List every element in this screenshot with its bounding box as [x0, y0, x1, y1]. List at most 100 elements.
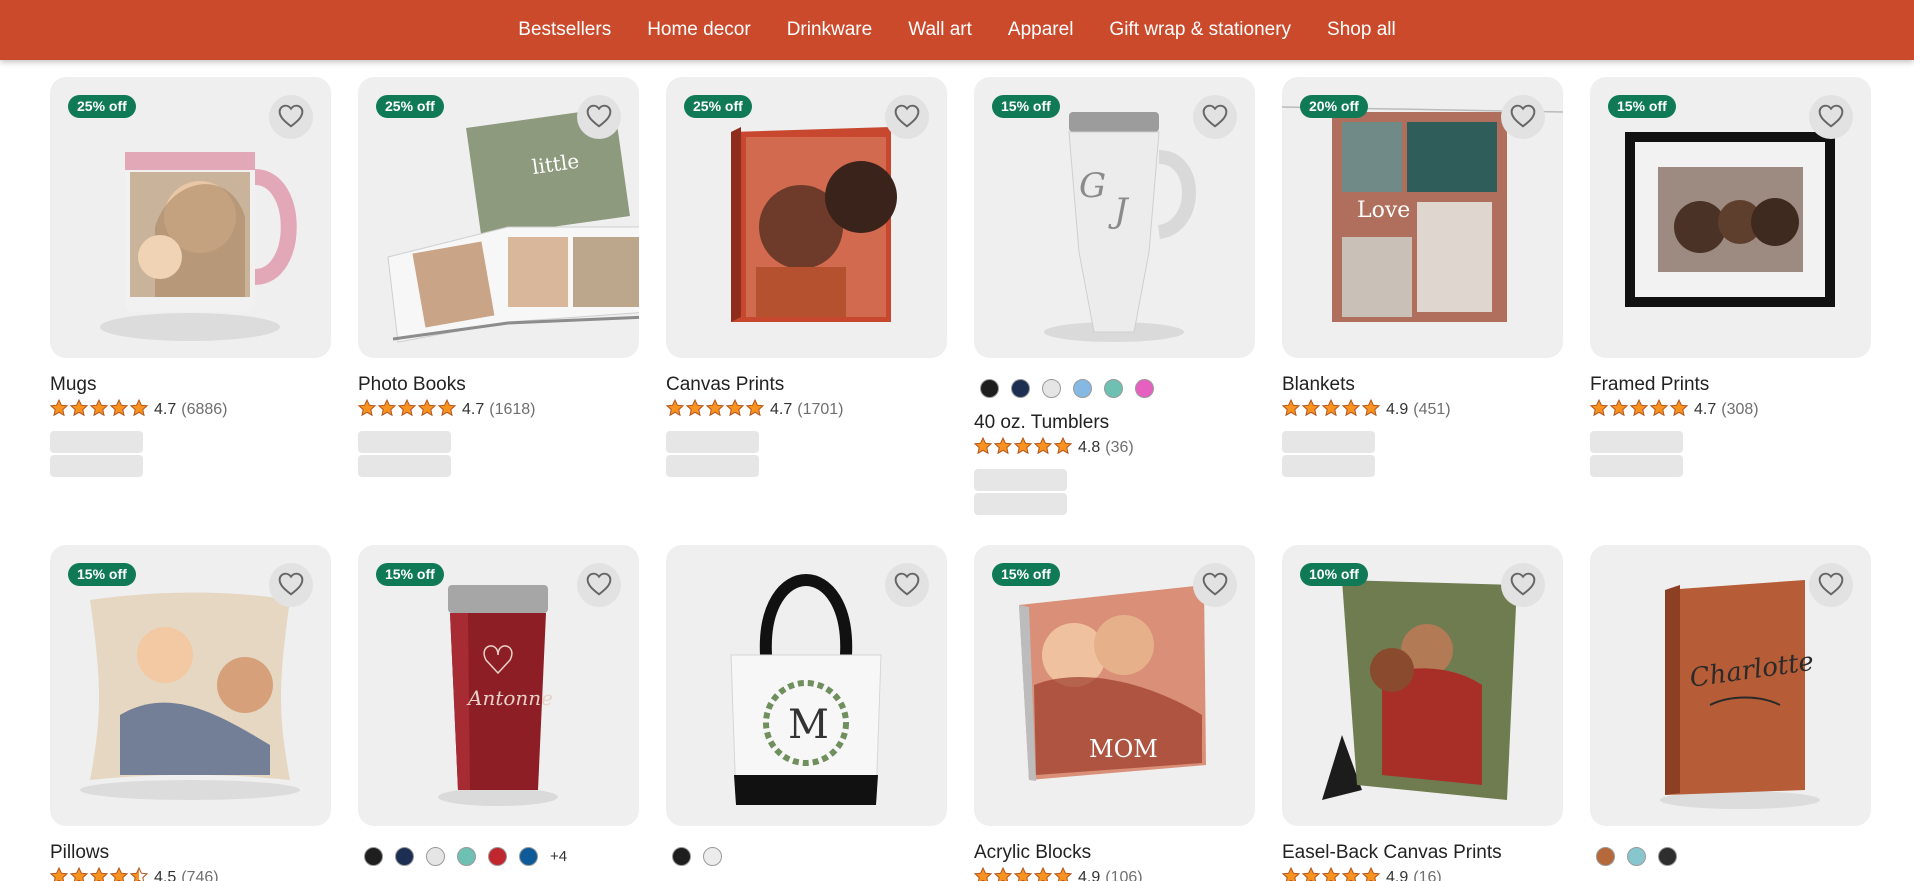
heart-icon	[586, 104, 612, 131]
favorite-button[interactable]	[1809, 563, 1853, 607]
color-swatch[interactable]	[488, 846, 507, 866]
product-card[interactable]: Charlotte	[1590, 545, 1871, 866]
nav-home-decor[interactable]: Home decor	[629, 0, 769, 60]
favorite-button[interactable]	[1193, 563, 1237, 607]
product-image-tile[interactable]: 25% off	[666, 77, 947, 358]
review-count: (1618)	[489, 401, 536, 418]
nav-apparel[interactable]: Apparel	[990, 0, 1092, 60]
product-title[interactable]: Easel-Back Canvas Prints	[1282, 842, 1563, 864]
star-rating	[1281, 866, 1381, 881]
star-icon	[1321, 866, 1341, 881]
favorite-button[interactable]	[269, 95, 313, 139]
star-icon	[705, 398, 725, 422]
review-count: (106)	[1105, 869, 1143, 881]
product-image-tile[interactable]: little 25% off	[358, 77, 639, 358]
product-card[interactable]: 15% off Pillows 4.5 (746)	[49, 545, 331, 881]
product-card[interactable]: MOM 15% off Acrylic Blocks 4.9 (106)	[973, 545, 1255, 881]
favorite-button[interactable]	[1501, 563, 1545, 607]
color-swatch[interactable]	[1073, 378, 1092, 398]
star-icon	[1033, 866, 1053, 881]
star-icon	[1281, 866, 1301, 881]
color-swatch[interactable]	[519, 846, 538, 866]
product-title[interactable]: Pillows	[50, 842, 331, 864]
favorite-button[interactable]	[269, 563, 313, 607]
star-rating	[1589, 398, 1689, 422]
product-title[interactable]: Mugs	[50, 374, 331, 396]
heart-icon	[1202, 572, 1228, 599]
favorite-button[interactable]	[577, 95, 621, 139]
star-icon	[69, 866, 89, 881]
star-rating	[665, 398, 765, 422]
color-swatch[interactable]	[457, 846, 476, 866]
color-swatch[interactable]	[672, 846, 691, 866]
rating-row: 4.7 (6886)	[49, 398, 331, 422]
color-swatch[interactable]	[1596, 846, 1615, 866]
rating-row: 4.7 (1701)	[665, 398, 947, 422]
product-image-tile[interactable]: MOM 15% off	[974, 545, 1255, 826]
product-card[interactable]: Antonne 15% off +4	[358, 545, 639, 866]
heart-icon	[1202, 104, 1228, 131]
star-icon	[993, 436, 1013, 460]
product-title[interactable]: Blankets	[1282, 374, 1563, 396]
product-card[interactable]: 25% off Mugs 4.7 (6886)	[49, 77, 331, 477]
product-image-tile[interactable]: G J 15% off	[974, 77, 1255, 358]
product-image-tile[interactable]: Charlotte	[1590, 545, 1871, 826]
product-image-tile[interactable]: Antonne 15% off	[358, 545, 639, 826]
favorite-button[interactable]	[1193, 95, 1237, 139]
color-swatch[interactable]	[1135, 378, 1154, 398]
color-swatch[interactable]	[703, 846, 722, 866]
star-icon	[1669, 398, 1689, 422]
nav-bestsellers[interactable]: Bestsellers	[500, 0, 629, 60]
product-card[interactable]: M	[666, 545, 947, 866]
color-swatch[interactable]	[1011, 378, 1030, 398]
color-swatch[interactable]	[1658, 846, 1677, 866]
product-card[interactable]: 10% off Easel-Back Canvas Prints 4.9 (16)	[1281, 545, 1563, 881]
favorite-button[interactable]	[1501, 95, 1545, 139]
product-image-tile[interactable]: 15% off	[1590, 77, 1871, 358]
color-swatch[interactable]	[395, 846, 414, 866]
product-title[interactable]: Canvas Prints	[666, 374, 947, 396]
star-icon	[89, 866, 109, 881]
discount-badge: 15% off	[68, 563, 136, 586]
product-card[interactable]: 15% off Framed Prints 4.7 (308)	[1589, 77, 1871, 477]
product-image-tile[interactable]: 25% off	[50, 77, 331, 358]
color-swatch[interactable]	[1627, 846, 1646, 866]
product-image-tile[interactable]: M	[666, 545, 947, 826]
nav-drinkware[interactable]: Drinkware	[769, 0, 891, 60]
product-image-tile[interactable]: 15% off	[50, 545, 331, 826]
nav-wall-art[interactable]: Wall art	[890, 0, 990, 60]
favorite-button[interactable]	[885, 95, 929, 139]
heart-icon	[1818, 104, 1844, 131]
nav-shop-all[interactable]: Shop all	[1309, 0, 1414, 60]
favorite-button[interactable]	[885, 563, 929, 607]
nav-gift-wrap-stationery[interactable]: Gift wrap & stationery	[1091, 0, 1309, 60]
product-image-tile[interactable]: 10% off	[1282, 545, 1563, 826]
more-colors-count[interactable]: +4	[550, 848, 567, 865]
favorite-button[interactable]	[1809, 95, 1853, 139]
color-swatch[interactable]	[426, 846, 445, 866]
svg-text:Love: Love	[1357, 198, 1410, 223]
color-swatch[interactable]	[980, 378, 999, 398]
color-swatch[interactable]	[1104, 378, 1123, 398]
product-card[interactable]: 25% off Canvas Prints 4.7 (1701)	[665, 77, 947, 477]
heart-icon	[894, 104, 920, 131]
product-card[interactable]: Love 20% off Blankets 4.9 (451)	[1281, 77, 1563, 477]
product-card[interactable]: G J 15% off 40 oz. Tumblers 4.8 (36)	[973, 77, 1255, 515]
star-icon	[1301, 398, 1321, 422]
color-swatch[interactable]	[1042, 378, 1061, 398]
star-icon	[1013, 436, 1033, 460]
product-image-tile[interactable]: Love 20% off	[1282, 77, 1563, 358]
product-title[interactable]: 40 oz. Tumblers	[974, 412, 1255, 434]
color-swatch[interactable]	[364, 846, 383, 866]
favorite-button[interactable]	[577, 563, 621, 607]
star-icon	[1361, 866, 1381, 881]
product-title[interactable]: Framed Prints	[1590, 374, 1871, 396]
color-swatches	[1590, 846, 1871, 866]
product-title[interactable]: Photo Books	[358, 374, 639, 396]
star-icon	[69, 398, 89, 422]
product-card[interactable]: little 25% off Photo Books 4.7 (1618)	[357, 77, 639, 477]
product-title[interactable]: Acrylic Blocks	[974, 842, 1255, 864]
star-icon	[1629, 398, 1649, 422]
star-icon	[437, 398, 457, 422]
review-count: (451)	[1413, 401, 1451, 418]
